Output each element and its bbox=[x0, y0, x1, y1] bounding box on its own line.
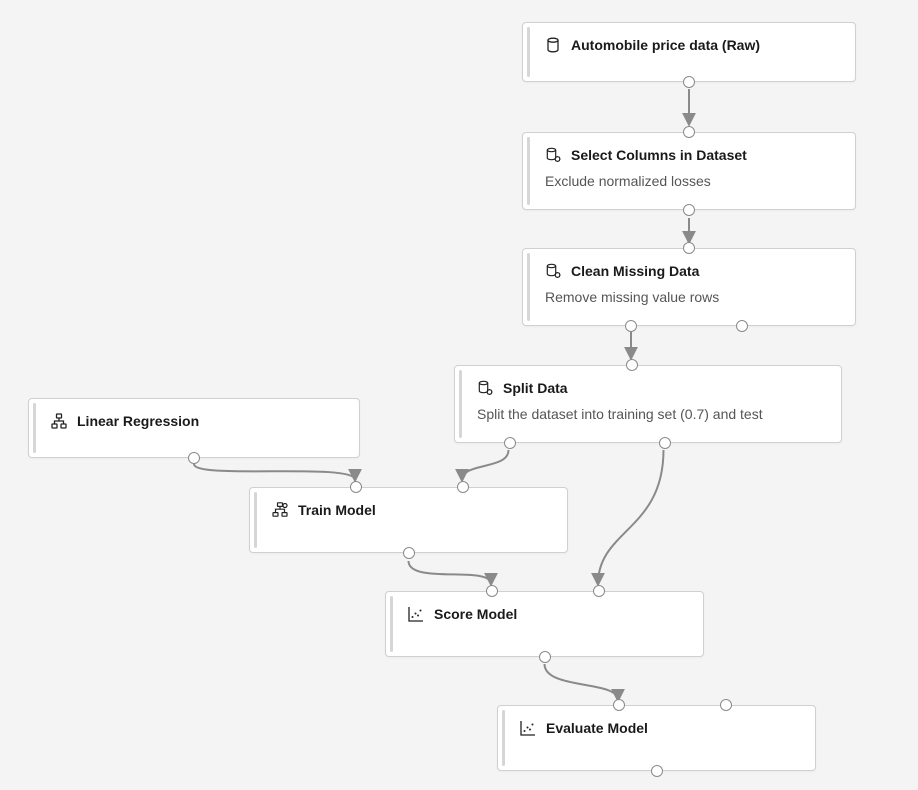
node-accent bbox=[527, 137, 530, 205]
output-port-1[interactable] bbox=[659, 437, 671, 449]
node-select-columns[interactable]: Select Columns in Dataset Exclude normal… bbox=[522, 132, 856, 210]
edge-linear-to-train bbox=[194, 464, 355, 480]
edge-train-to-score bbox=[409, 561, 492, 584]
node-title: Train Model bbox=[298, 502, 376, 518]
pipeline-canvas[interactable]: Automobile price data (Raw) Select Colum… bbox=[0, 0, 918, 790]
output-port-0[interactable] bbox=[625, 320, 637, 332]
output-port[interactable] bbox=[188, 452, 200, 464]
input-port-1[interactable] bbox=[720, 699, 732, 711]
output-port[interactable] bbox=[683, 76, 695, 88]
database-gear-icon bbox=[545, 263, 561, 279]
output-port[interactable] bbox=[651, 765, 663, 777]
database-gear-icon bbox=[477, 380, 493, 396]
output-port[interactable] bbox=[403, 547, 415, 559]
output-port-1[interactable] bbox=[736, 320, 748, 332]
input-port[interactable] bbox=[683, 242, 695, 254]
database-icon bbox=[545, 37, 561, 53]
input-port-1[interactable] bbox=[457, 481, 469, 493]
node-title: Select Columns in Dataset bbox=[571, 147, 747, 163]
output-port[interactable] bbox=[539, 651, 551, 663]
node-title: Clean Missing Data bbox=[571, 263, 699, 279]
edge-score-to-evaluate bbox=[545, 664, 619, 700]
node-score-model[interactable]: Score Model bbox=[385, 591, 704, 657]
output-port-0[interactable] bbox=[504, 437, 516, 449]
edge-split-to-score bbox=[598, 450, 664, 584]
node-accent bbox=[33, 403, 36, 453]
model-icon bbox=[51, 413, 67, 429]
node-automobile-data[interactable]: Automobile price data (Raw) bbox=[522, 22, 856, 82]
node-accent bbox=[502, 710, 505, 766]
node-accent bbox=[390, 596, 393, 652]
node-clean-missing[interactable]: Clean Missing Data Remove missing value … bbox=[522, 248, 856, 326]
node-train-model[interactable]: Train Model bbox=[249, 487, 568, 553]
input-port-0[interactable] bbox=[350, 481, 362, 493]
node-title: Score Model bbox=[434, 606, 517, 622]
train-icon bbox=[272, 502, 288, 518]
database-gear-icon bbox=[545, 147, 561, 163]
output-port[interactable] bbox=[683, 204, 695, 216]
node-subtitle: Split the dataset into training set (0.7… bbox=[477, 406, 823, 422]
scatter-icon bbox=[408, 606, 424, 622]
input-port-0[interactable] bbox=[613, 699, 625, 711]
node-subtitle: Exclude normalized losses bbox=[545, 173, 837, 189]
node-accent bbox=[459, 370, 462, 438]
node-accent bbox=[254, 492, 257, 548]
node-title: Split Data bbox=[503, 380, 568, 396]
node-title: Linear Regression bbox=[77, 413, 199, 429]
input-port[interactable] bbox=[626, 359, 638, 371]
node-split-data[interactable]: Split Data Split the dataset into traini… bbox=[454, 365, 842, 443]
node-accent bbox=[527, 27, 530, 77]
input-port[interactable] bbox=[683, 126, 695, 138]
edge-split-to-train bbox=[462, 450, 509, 480]
node-evaluate-model[interactable]: Evaluate Model bbox=[497, 705, 816, 771]
node-title: Automobile price data (Raw) bbox=[571, 37, 760, 53]
input-port-1[interactable] bbox=[593, 585, 605, 597]
node-linear-regression[interactable]: Linear Regression bbox=[28, 398, 360, 458]
input-port-0[interactable] bbox=[486, 585, 498, 597]
node-accent bbox=[527, 253, 530, 321]
node-subtitle: Remove missing value rows bbox=[545, 289, 837, 305]
node-title: Evaluate Model bbox=[546, 720, 648, 736]
scatter-icon bbox=[520, 720, 536, 736]
